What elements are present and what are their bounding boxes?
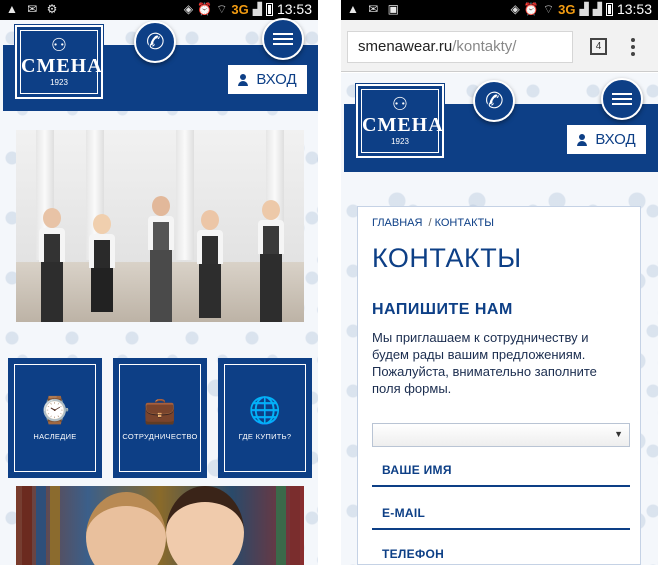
card-where-to-buy[interactable]: 🌐 ГДЕ КУПИТЬ? bbox=[218, 358, 312, 478]
url-domain: smenawear.ru bbox=[358, 38, 453, 55]
name-field[interactable]: ВАШЕ ИМЯ bbox=[372, 461, 630, 487]
status-time: 13:53 bbox=[276, 1, 312, 17]
home-screen: ▲ ✉ ⚙ ◈ ⏰ ⌔ 3G ▟ 13:53 ⚇ СМЕНА 1923 ✆ ВХ… bbox=[0, 0, 318, 565]
card-label: ГДЕ КУПИТЬ? bbox=[238, 432, 292, 441]
call-button[interactable]: ✆ bbox=[134, 21, 176, 63]
page-title: КОНТАКТЫ bbox=[372, 243, 522, 273]
card-label: НАСЛЕДИЕ bbox=[33, 432, 77, 441]
phone-icon: ✆ bbox=[482, 86, 506, 115]
library-photo bbox=[16, 486, 304, 565]
phone-icon: ✆ bbox=[143, 27, 167, 56]
logo-figures-icon: ⚇ bbox=[50, 35, 68, 55]
phone-field-label: ТЕЛЕФОН bbox=[382, 547, 445, 561]
status-time: 13:53 bbox=[616, 1, 652, 17]
menu-button[interactable] bbox=[262, 18, 304, 60]
url-path: /kontakty/ bbox=[452, 38, 517, 55]
vibrate-icon: ◈ bbox=[183, 2, 194, 16]
login-button[interactable]: ВХОД bbox=[228, 65, 307, 94]
card-label: СОТРУДНИЧЕСТВО bbox=[122, 432, 198, 441]
vibrate-icon: ◈ bbox=[510, 2, 520, 16]
logo[interactable]: ⚇ СМЕНА 1923 bbox=[355, 83, 445, 159]
chevron-down-icon: ▼ bbox=[614, 429, 623, 439]
hamburger-icon bbox=[612, 90, 632, 108]
wifi-icon: ⌔ bbox=[542, 1, 555, 16]
feature-cards: ⌚ НАСЛЕДИЕ 💼 СОТРУДНИЧЕСТВО 🌐 ГДЕ КУПИТЬ… bbox=[8, 358, 312, 478]
hamburger-icon bbox=[273, 30, 293, 48]
briefcase-icon: 💼 bbox=[143, 395, 177, 425]
logo[interactable]: ⚇ СМЕНА 1923 bbox=[14, 24, 104, 100]
wifi-icon: ⌔ bbox=[216, 1, 228, 16]
contact-form-card: ГЛАВНАЯ / КОНТАКТЫ КОНТАКТЫ НАПИШИТЕ НАМ … bbox=[357, 206, 641, 565]
contacts-screen: ▲ ✉ ▣ ◈ ⏰ ⌔ 3G ▟ ▟ 13:53 smenawear.ru/ko… bbox=[341, 0, 658, 565]
user-icon bbox=[577, 133, 588, 146]
login-label: ВХОД bbox=[595, 131, 636, 148]
battery-icon bbox=[265, 2, 273, 16]
call-button[interactable]: ✆ bbox=[473, 80, 515, 122]
email-field[interactable]: E-MAIL bbox=[372, 504, 630, 530]
card-cooperation[interactable]: 💼 СОТРУДНИЧЕСТВО bbox=[113, 358, 207, 478]
notification-icons: ▲ ✉ ⚙ bbox=[6, 2, 61, 16]
notification-icons: ▲ ✉ ▣ bbox=[347, 2, 402, 16]
card-heritage[interactable]: ⌚ НАСЛЕДИЕ bbox=[8, 358, 102, 478]
alarm-icon: ⏰ bbox=[197, 2, 213, 16]
logo-figures-icon: ⚇ bbox=[391, 94, 409, 114]
status-bar: ▲ ✉ ▣ ◈ ⏰ ⌔ 3G ▟ ▟ 13:53 bbox=[341, 0, 658, 20]
battery-icon bbox=[605, 2, 613, 16]
intro-text: Мы приглашаем к сотрудничеству и будем р… bbox=[372, 330, 597, 396]
browser-toolbar: smenawear.ru/kontakty/ 4 bbox=[341, 20, 658, 72]
signal-icon: ▟ bbox=[579, 2, 589, 16]
tabs-button[interactable]: 4 bbox=[590, 38, 607, 55]
globe-icon: 🌐 bbox=[248, 395, 282, 425]
status-bar: ▲ ✉ ⚙ ◈ ⏰ ⌔ 3G ▟ 13:53 bbox=[0, 0, 318, 20]
subject-select[interactable]: ▼ bbox=[372, 423, 630, 447]
hero-photo bbox=[16, 130, 304, 322]
login-label: ВХОД bbox=[256, 71, 297, 88]
logo-subtext: 1923 bbox=[50, 78, 68, 87]
overflow-menu-icon[interactable] bbox=[630, 38, 636, 56]
breadcrumb-current: КОНТАКТЫ bbox=[434, 217, 494, 229]
network-type: 3G bbox=[231, 1, 249, 17]
signal-off-icon: ▟ bbox=[592, 2, 602, 16]
alarm-icon: ⏰ bbox=[523, 2, 539, 16]
signal-icon: ▟ bbox=[252, 2, 262, 16]
login-button[interactable]: ВХОД bbox=[567, 125, 646, 154]
section-title: НАПИШИТЕ НАМ bbox=[372, 301, 513, 318]
compass-icon: ⌚ bbox=[38, 395, 72, 425]
network-type: 3G bbox=[558, 1, 576, 17]
breadcrumb-home[interactable]: ГЛАВНАЯ bbox=[372, 217, 422, 229]
logo-subtext: 1923 bbox=[391, 137, 409, 146]
breadcrumb: ГЛАВНАЯ / КОНТАКТЫ bbox=[372, 217, 494, 229]
name-field-label: ВАШЕ ИМЯ bbox=[382, 463, 452, 477]
email-field-label: E-MAIL bbox=[382, 506, 426, 520]
address-bar[interactable]: smenawear.ru/kontakty/ bbox=[347, 31, 573, 63]
logo-text: СМЕНА bbox=[21, 55, 103, 77]
phone-field[interactable]: ТЕЛЕФОН bbox=[372, 545, 630, 565]
menu-button[interactable] bbox=[601, 78, 643, 120]
logo-text: СМЕНА bbox=[362, 114, 444, 136]
user-icon bbox=[238, 73, 249, 86]
